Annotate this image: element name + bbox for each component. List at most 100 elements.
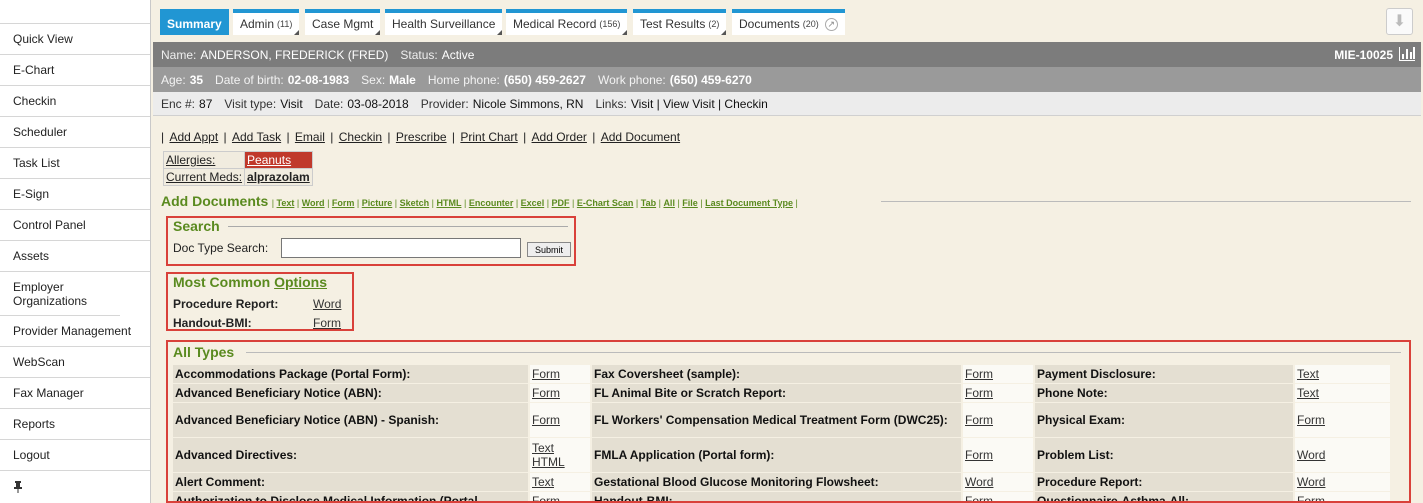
doc-type-link[interactable]: Text xyxy=(1297,367,1388,381)
doc-type-link[interactable]: Word xyxy=(1297,475,1388,489)
doc-type-link[interactable]: Last Document Type xyxy=(705,198,793,208)
table-row: Authorization to Disclose Medical Inform… xyxy=(173,492,1390,501)
doc-type-name: Handout-BMI: xyxy=(592,492,961,501)
doc-type-link[interactable]: PDF xyxy=(552,198,570,208)
doc-type-link[interactable]: Text xyxy=(1297,386,1388,400)
email-link[interactable]: Email xyxy=(295,130,325,144)
common-item-name: Handout-BMI: xyxy=(173,316,252,330)
doc-type-link[interactable]: All xyxy=(663,198,675,208)
download-arrow-icon[interactable]: ⬇ xyxy=(1386,8,1413,35)
pin-icon[interactable] xyxy=(0,471,150,502)
print-chart-link[interactable]: Print Chart xyxy=(460,130,517,144)
doc-type-link[interactable]: Form xyxy=(532,386,588,400)
sidebar-item-assets[interactable]: Assets xyxy=(0,241,150,272)
provider-label: Provider: xyxy=(420,96,469,111)
doc-type-link-cell: Text xyxy=(1295,365,1390,383)
add-task-link[interactable]: Add Task xyxy=(232,130,281,144)
doc-type-link[interactable]: Text xyxy=(532,441,588,455)
sidebar-item-webscan[interactable]: WebScan xyxy=(0,347,150,378)
add-appt-link[interactable]: Add Appt xyxy=(169,130,218,144)
doc-type-link[interactable]: Word xyxy=(1297,448,1388,462)
doc-type-link[interactable]: Text xyxy=(277,198,295,208)
add-document-link[interactable]: Add Document xyxy=(601,130,680,144)
doc-type-link[interactable]: HTML xyxy=(532,455,588,469)
tab-health-surveillance[interactable]: Health Surveillance xyxy=(385,9,503,35)
doc-type-link[interactable]: Form xyxy=(532,367,588,381)
sidebar-item-fax-manager[interactable]: Fax Manager xyxy=(0,378,150,409)
doc-type-name: Problem List: xyxy=(1035,438,1293,472)
tab-summary[interactable]: Summary xyxy=(160,9,229,35)
patient-age: 35 xyxy=(189,72,204,87)
doc-type-link[interactable]: HTML xyxy=(436,198,461,208)
sidebar-item-e-sign[interactable]: E-Sign xyxy=(0,179,150,210)
doc-type-link[interactable]: Text xyxy=(532,475,588,489)
allergy-value[interactable]: Peanuts xyxy=(244,151,313,169)
sidebar-item-scheduler[interactable]: Scheduler xyxy=(0,117,150,148)
doc-type-link[interactable]: Sketch xyxy=(400,198,430,208)
doc-type-link[interactable]: Tab xyxy=(641,198,656,208)
allergies-label[interactable]: Allergies: xyxy=(162,151,246,169)
sidebar-item-e-chart[interactable]: E-Chart xyxy=(0,55,150,86)
sidebar-item-control-panel[interactable]: Control Panel xyxy=(0,210,150,241)
sidebar-item-provider-management[interactable]: Provider Management xyxy=(0,316,150,347)
tab-dropdown-icon xyxy=(497,30,503,35)
tab-label: Documents xyxy=(739,17,800,31)
tab-case-mgmt[interactable]: Case Mgmt xyxy=(305,9,381,35)
doc-type-link[interactable]: Form xyxy=(965,494,1031,501)
doc-type-link[interactable]: Form xyxy=(332,198,355,208)
bar-chart-icon[interactable] xyxy=(1399,47,1415,61)
doc-type-link-cell: Form xyxy=(963,365,1033,383)
doc-type-name: Authorization to Disclose Medical Inform… xyxy=(173,492,528,501)
submit-button[interactable]: Submit xyxy=(527,242,571,257)
sidebar-item-logout[interactable]: Logout xyxy=(0,440,150,471)
add-order-link[interactable]: Add Order xyxy=(532,130,587,144)
doc-type-link[interactable]: Form xyxy=(965,413,1031,427)
options-link[interactable]: Options xyxy=(274,274,327,290)
sidebar-item-task-list[interactable]: Task List xyxy=(0,148,150,179)
doc-type-name: Alert Comment: xyxy=(173,473,528,491)
doc-type-link[interactable]: Picture xyxy=(362,198,393,208)
current-meds-label[interactable]: Current Meds: xyxy=(162,168,246,186)
doc-type-name: Physical Exam: xyxy=(1035,403,1293,437)
doc-type-link[interactable]: E-Chart Scan xyxy=(577,198,634,208)
tab-test-results[interactable]: Test Results (2) xyxy=(633,9,727,35)
checkin-link[interactable]: Checkin xyxy=(339,130,382,144)
doc-type-link[interactable]: File xyxy=(682,198,698,208)
work-phone: (650) 459-6270 xyxy=(669,72,752,87)
list-item: Handout-BMI: Form xyxy=(173,316,349,330)
open-external-icon[interactable]: ↗ xyxy=(824,17,838,31)
tab-documents[interactable]: Documents (20) ↗ xyxy=(732,9,845,35)
current-meds-value[interactable]: alprazolam xyxy=(244,168,313,186)
work-phone-label: Work phone: xyxy=(597,72,666,87)
doc-type-link[interactable]: Encounter xyxy=(469,198,514,208)
doc-type-link[interactable]: Form xyxy=(532,413,588,427)
doc-type-link[interactable]: Excel xyxy=(521,198,545,208)
sidebar-item-quick-view[interactable]: Quick View xyxy=(0,24,150,55)
doc-type-name: Payment Disclosure: xyxy=(1035,365,1293,383)
sidebar-item-reports[interactable]: Reports xyxy=(0,409,150,440)
doc-type-link-cell: Form xyxy=(1295,403,1390,437)
doc-type-link[interactable]: Form xyxy=(965,448,1031,462)
sidebar-item-employer-organizations[interactable]: Employer Organizations xyxy=(0,272,120,316)
doc-type-link[interactable]: Form xyxy=(1297,413,1388,427)
doc-type-search-input[interactable] xyxy=(281,238,521,258)
sex-label: Sex: xyxy=(361,72,386,87)
provider-name: Nicole Simmons, RN xyxy=(472,96,584,111)
patient-sex: Male xyxy=(389,72,416,87)
tab-medical-record[interactable]: Medical Record (156) xyxy=(506,9,628,35)
tab-admin[interactable]: Admin (11) xyxy=(233,9,300,35)
doc-type-link[interactable]: Word xyxy=(302,198,325,208)
doc-type-link[interactable]: Word xyxy=(965,475,1031,489)
prescribe-link[interactable]: Prescribe xyxy=(396,130,447,144)
doc-type-link[interactable]: Form xyxy=(532,494,588,501)
common-item-link[interactable]: Word xyxy=(313,297,341,311)
doc-type-search-label: Doc Type Search: xyxy=(173,241,269,255)
name-label: Name: xyxy=(161,47,197,62)
sidebar-item-checkin[interactable]: Checkin xyxy=(0,86,150,117)
common-item-link[interactable]: Form xyxy=(313,316,341,330)
encounter-links[interactable]: Visit | View Visit | Checkin xyxy=(631,97,768,111)
doc-type-link[interactable]: Form xyxy=(965,367,1031,381)
action-links: | Add Appt | Add Task | Email | Checkin … xyxy=(161,130,681,144)
doc-type-link[interactable]: Form xyxy=(965,386,1031,400)
doc-type-link[interactable]: Form xyxy=(1297,494,1388,501)
